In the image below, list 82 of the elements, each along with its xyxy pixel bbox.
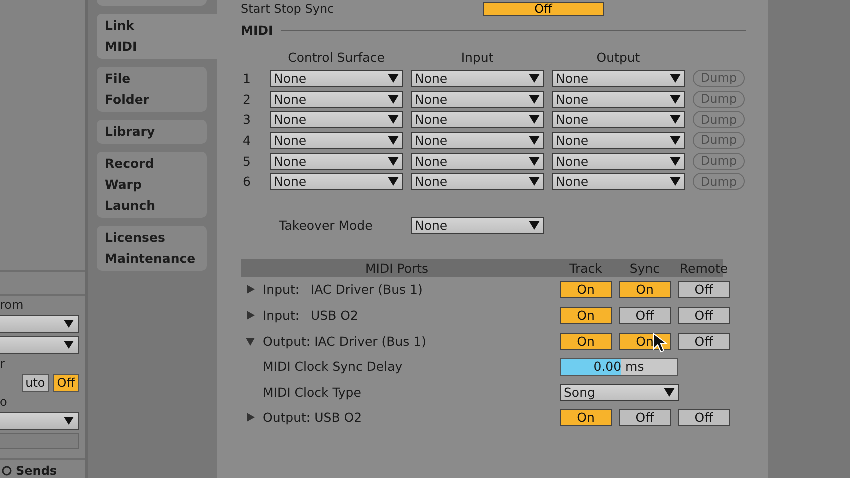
sidebar-item[interactable]: Launch	[105, 197, 199, 215]
toggle-button[interactable]: Off	[619, 307, 671, 324]
caret-icon	[388, 156, 399, 166]
row-number: 5	[242, 154, 252, 169]
toggle-button[interactable]: On	[560, 281, 612, 298]
caret-icon	[388, 94, 399, 104]
toggle-button[interactable]: Off	[678, 307, 730, 324]
column-header: Input	[460, 50, 495, 65]
toggle-button[interactable]: On	[560, 409, 612, 426]
toggle-button[interactable]: Off	[483, 2, 604, 16]
caret-icon	[529, 136, 540, 145]
caret-icon	[529, 94, 540, 104]
caret-icon	[529, 177, 540, 186]
caret-icon	[670, 115, 681, 124]
port-name: Input: USB O2	[263, 308, 358, 324]
sidebar-item[interactable]: Licenses	[105, 229, 199, 247]
port-name: Input: IAC Driver (Bus 1)	[263, 282, 423, 298]
slider[interactable]: 0.00 ms	[560, 358, 678, 376]
row-number: 4	[242, 132, 252, 148]
sidebar-item[interactable]: Warp	[105, 176, 199, 194]
setting-label: MIDI Clock Type	[262, 384, 362, 400]
toggle-button[interactable]: uto	[22, 374, 50, 392]
row-number: 2	[242, 92, 252, 107]
caret-icon	[64, 417, 74, 425]
setting-label: MIDI Clock Sync Delay	[262, 359, 404, 374]
caret-icon	[64, 320, 74, 328]
sidebar-item[interactable]: File	[105, 70, 199, 88]
toggle-button[interactable]: Off	[619, 409, 671, 426]
column-header: Output	[596, 50, 642, 65]
triangle-right-icon[interactable]	[246, 285, 255, 294]
toggle-button[interactable]: On	[560, 307, 612, 324]
dropdown[interactable]: Song	[560, 384, 679, 401]
row-number: 3	[242, 112, 252, 128]
field-label: r	[0, 357, 6, 371]
column-header: Control Surface	[287, 50, 386, 65]
row-number: 6	[242, 174, 252, 190]
cursor-icon	[653, 332, 669, 353]
caret-icon	[670, 136, 681, 145]
caret-icon	[529, 156, 540, 166]
caret-icon	[64, 341, 74, 349]
sidebar-item[interactable]: Link	[105, 17, 209, 35]
triangle-right-icon[interactable]	[246, 413, 255, 422]
sidebar-item[interactable]: Folder	[105, 91, 199, 109]
section-title: MIDI	[241, 23, 274, 38]
toggle-button[interactable]: Off	[678, 281, 730, 298]
setting-label: Start Stop Sync	[241, 2, 336, 16]
column-header: MIDI Ports	[364, 260, 430, 276]
caret-icon	[670, 156, 681, 166]
column-header: Remote	[678, 260, 730, 276]
field-label: rom	[0, 298, 25, 312]
circle-icon	[2, 466, 12, 476]
sidebar-item[interactable]: Record	[105, 155, 199, 173]
toggle-button[interactable]: On	[560, 332, 612, 350]
column-header: Track	[568, 260, 604, 276]
toggle-button[interactable]: Off	[678, 409, 730, 426]
triangle-right-icon[interactable]	[246, 311, 255, 320]
caret-icon	[529, 221, 540, 230]
sidebar-item[interactable]: Maintenance	[105, 250, 199, 268]
sidebar-item[interactable]: Library	[105, 123, 199, 141]
caret-icon	[388, 115, 399, 124]
port-name: Output: IAC Driver (Bus 1)	[263, 334, 426, 349]
caret-icon	[388, 177, 399, 186]
toggle-button[interactable]: Off	[678, 332, 730, 350]
caret-icon	[529, 74, 540, 83]
dropdown[interactable]: None	[411, 217, 544, 234]
caret-icon	[388, 74, 399, 83]
caret-icon	[670, 177, 681, 186]
column-header: Sync	[628, 260, 662, 276]
toggle-button[interactable]: Off	[53, 374, 79, 392]
caret-icon	[529, 115, 540, 124]
caret-icon	[664, 388, 675, 397]
caret-icon	[670, 94, 681, 104]
triangle-down-icon[interactable]	[246, 336, 255, 346]
section-label: Sends	[16, 464, 58, 478]
row-number: 1	[242, 70, 252, 86]
setting-label: Takeover Mode	[278, 218, 374, 234]
toggle-button[interactable]: On	[619, 281, 671, 298]
sidebar-item[interactable]: MIDI	[105, 38, 209, 56]
field-label: o	[0, 395, 8, 409]
port-name: Output: USB O2	[263, 410, 362, 426]
caret-icon	[670, 74, 681, 83]
caret-icon	[388, 136, 399, 145]
